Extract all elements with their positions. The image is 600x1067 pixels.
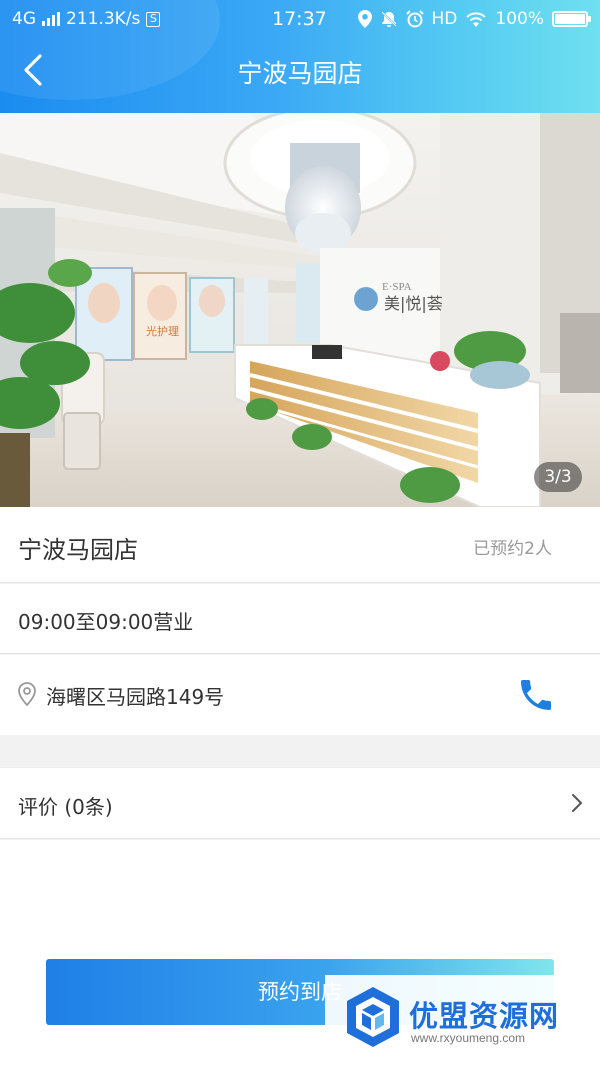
mute-bell-icon	[380, 11, 397, 27]
store-address: 海曙区马园路149号	[46, 685, 225, 709]
s-badge-icon: S	[146, 11, 161, 27]
store-name: 宁波马园店	[18, 536, 138, 564]
alarm-icon	[405, 10, 424, 28]
header: 4G 211.3K/s S 17:37 HD 100% 宁波马园店	[0, 0, 600, 113]
network-type: 4G	[12, 9, 36, 29]
location-icon	[357, 10, 372, 28]
address-row[interactable]: 海曙区马园路149号	[0, 655, 600, 735]
review-label: 评价 (0条)	[18, 795, 113, 819]
watermark: 优盟资源网 www.rxyoumeng.com	[325, 975, 600, 1067]
status-bar: 4G 211.3K/s S 17:37 HD 100%	[0, 0, 600, 40]
location-pin-icon	[18, 682, 36, 706]
watermark-cube-logo	[347, 987, 399, 1047]
battery-percent: 100%	[495, 9, 544, 29]
watermark-title: 优盟资源网	[409, 999, 560, 1033]
nav-bar: 宁波马园店	[0, 44, 600, 100]
signal-icon	[42, 12, 60, 26]
network-speed: 211.3K/s	[66, 9, 141, 29]
store-name-row: 宁波马园店 已预约2人	[0, 507, 600, 583]
page-title: 宁波马园店	[237, 59, 363, 88]
sign-brand: 美|悦|荟	[384, 294, 443, 313]
review-row[interactable]: 评价 (0条)	[0, 767, 600, 839]
photo-counter: 3/3	[534, 462, 582, 492]
clock: 17:37	[272, 8, 327, 30]
battery-icon	[552, 11, 591, 27]
sign-espa: E·SPA	[382, 281, 412, 293]
chevron-right-icon	[572, 794, 582, 812]
phone-call-button[interactable]	[514, 675, 558, 715]
business-hours-row: 09:00至09:00营业	[0, 584, 600, 654]
wifi-icon	[466, 12, 487, 27]
hd-indicator: HD	[431, 9, 458, 29]
battery-level	[555, 14, 585, 24]
booked-count: 已预约2人	[473, 539, 552, 559]
business-hours: 09:00至09:00营业	[18, 610, 194, 634]
store-interior-photo: 光护理 E·SPA 美|悦|荟	[0, 113, 600, 507]
poster-caption: 光护理	[146, 324, 179, 338]
watermark-url: www.rxyoumeng.com	[411, 1031, 526, 1045]
store-photo-gallery[interactable]: 光护理 E·SPA 美|悦|荟 3/3	[0, 113, 600, 507]
